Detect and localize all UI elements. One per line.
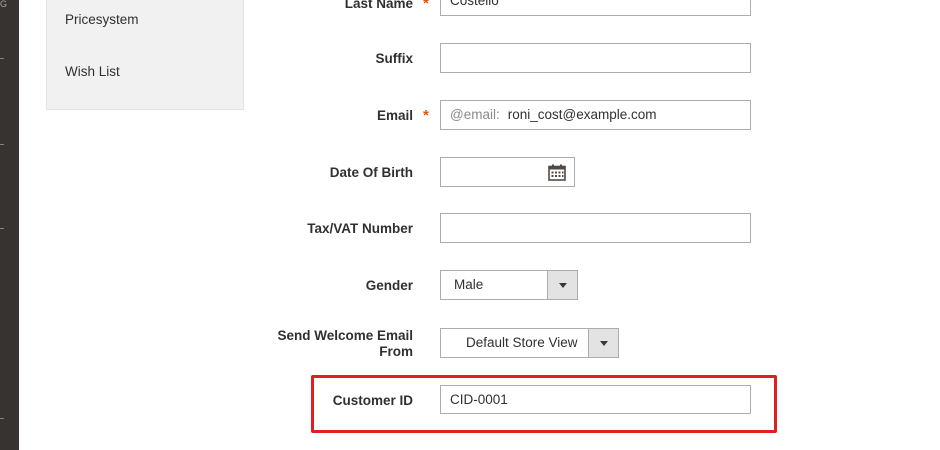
chevron-down-icon [600, 341, 608, 346]
strip-divider [0, 58, 4, 59]
welcome-email-label-line1: Send Welcome Email [277, 328, 413, 343]
last-name-value: Costello [450, 0, 499, 8]
last-name-input[interactable]: Costello [440, 0, 751, 16]
gender-label: Gender [365, 278, 413, 293]
welcome-email-label: Send Welcome Email From [277, 328, 413, 360]
tax-vat-label: Tax/VAT Number [307, 221, 413, 236]
welcome-email-select[interactable]: Default Store View [440, 328, 619, 358]
email-label: Email [376, 108, 413, 123]
strip-divider [0, 228, 4, 229]
gender-dropdown-button[interactable] [547, 271, 577, 299]
welcome-email-dropdown-button[interactable] [588, 329, 618, 357]
required-marker: * [423, 0, 429, 12]
welcome-email-label-line2: From [379, 344, 413, 359]
suffix-input[interactable] [440, 43, 751, 73]
tax-vat-input[interactable] [440, 213, 751, 243]
email-input[interactable]: @email: roni_cost@example.com [440, 100, 751, 130]
suffix-label: Suffix [375, 51, 413, 66]
chevron-down-icon [559, 283, 567, 288]
dob-label: Date Of Birth [329, 165, 413, 180]
strip-divider [0, 418, 4, 419]
dob-input[interactable] [440, 157, 575, 187]
customer-id-input[interactable]: CID-0001 [440, 385, 751, 414]
customer-id-label: Customer ID [332, 393, 413, 408]
email-value: roni_cost@example.com [507, 107, 657, 122]
tab-wish-list[interactable]: Wish List [65, 64, 120, 79]
email-addon: @email: [450, 107, 500, 122]
required-marker: * [423, 107, 429, 124]
strip-divider [0, 144, 4, 145]
last-name-label: Last Name [344, 0, 413, 11]
admin-nav-strip[interactable]: G [0, 0, 19, 450]
tab-pricesystem[interactable]: Pricesystem [65, 12, 139, 27]
welcome-email-value: Default Store View [466, 335, 578, 350]
calendar-icon[interactable] [548, 164, 566, 181]
gender-value: Male [454, 277, 484, 292]
customer-tabs-panel: Pricesystem Wish List [46, 0, 244, 110]
gender-select[interactable]: Male [440, 270, 578, 300]
strip-glyph: G [0, 0, 8, 9]
customer-id-value: CID-0001 [450, 392, 508, 407]
